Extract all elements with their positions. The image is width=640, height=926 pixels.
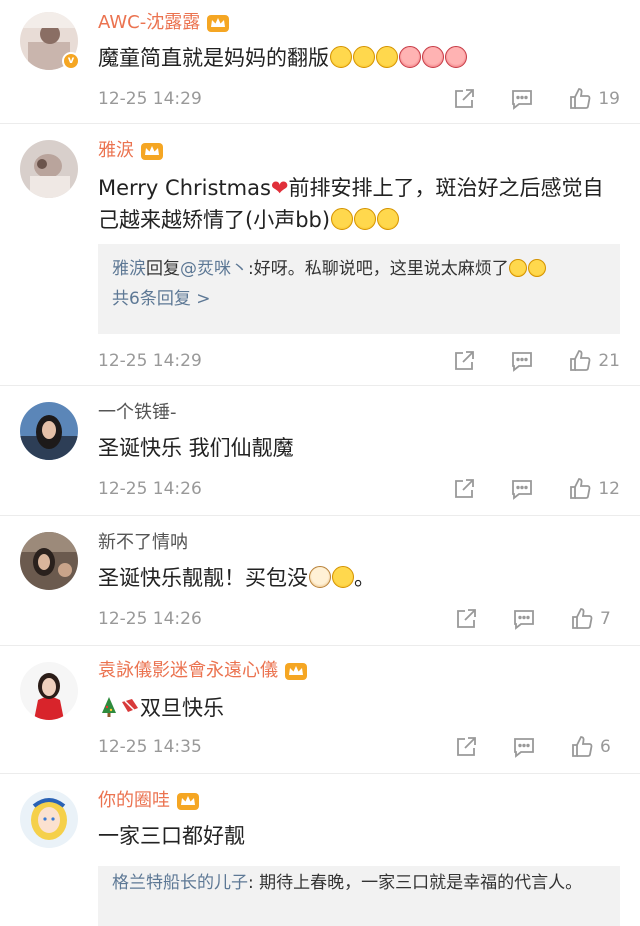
comment-time: 12-25 14:26 (98, 609, 202, 629)
share-button[interactable] (452, 87, 476, 111)
avatar[interactable] (20, 662, 78, 720)
username[interactable]: 雅涙 (98, 139, 134, 163)
share-button[interactable] (454, 607, 478, 631)
comment-time: 12-25 14:29 (98, 351, 202, 371)
heart-eyes-emoji-icon (398, 46, 421, 68)
like-count: 21 (598, 351, 620, 371)
reply-username[interactable]: 格兰特船长的儿子 (112, 873, 248, 893)
laugh-emoji-icon (329, 46, 352, 68)
reply-line: 雅涙回复@烎咪丶:好呀。私聊说吧，这里说太麻烦了 (112, 254, 606, 284)
username[interactable]: 一个铁锤- (98, 401, 177, 425)
comment-item: 一个铁锤- 圣诞快乐 我们仙靓魔 12-25 14:26 12 (0, 386, 640, 516)
heart-eyes-emoji-icon (444, 46, 467, 68)
avatar[interactable] (20, 790, 78, 848)
avatar[interactable] (20, 140, 78, 198)
laugh-cry-emoji-icon (353, 208, 376, 230)
comment-text: 双旦快乐 (98, 692, 620, 724)
username[interactable]: AWC-沈露露 (98, 11, 200, 35)
comment-item: 袁詠儀影迷會永遠心儀 双旦快乐 12-25 14:35 6 (0, 646, 640, 774)
laugh-emoji-icon (375, 46, 398, 68)
comment-text: 圣诞快乐 我们仙靓魔 (98, 436, 294, 460)
laugh-cry-emoji-icon (330, 208, 353, 230)
comment-time: 12-25 14:29 (98, 89, 202, 109)
avatar[interactable] (20, 532, 78, 590)
username[interactable]: 新不了情呐 (98, 531, 188, 555)
comment-icon (514, 610, 534, 630)
laugh-emoji-icon (352, 46, 375, 68)
share-icon (455, 351, 475, 370)
crown-icon (177, 793, 199, 810)
verified-badge-icon: v (62, 52, 80, 70)
like-button[interactable]: 21 (568, 349, 620, 373)
comment-text: 魔童简直就是妈妈的翻版 (98, 42, 620, 74)
like-button[interactable]: 6 (570, 735, 620, 759)
share-button[interactable] (452, 477, 476, 501)
reply-button[interactable] (512, 735, 536, 759)
reply-username[interactable]: 雅涙 (112, 259, 146, 279)
like-icon (570, 350, 591, 371)
reply-preview[interactable]: 雅涙回复@烎咪丶:好呀。私聊说吧，这里说太麻烦了 共6条回复 > (98, 244, 620, 334)
comment-text: Merry Christmas❤前排安排上了，斑治好之后感觉自己越来越矫情了(小… (98, 176, 604, 232)
avatar[interactable] (20, 402, 78, 460)
comment-icon (512, 480, 533, 500)
comment-item: 雅涙 Merry Christmas❤前排安排上了，斑治好之后感觉自己越来越矫情… (0, 124, 640, 386)
view-replies-link[interactable]: 共6条回复 > (112, 284, 606, 314)
laugh-cry-emoji-icon (331, 566, 354, 588)
laugh-cry-emoji-icon (509, 259, 528, 277)
username[interactable]: 你的圈哇 (98, 789, 170, 813)
reply-button[interactable] (512, 607, 536, 631)
like-button[interactable]: 12 (568, 477, 620, 501)
share-button[interactable] (454, 735, 478, 759)
crown-icon (285, 663, 307, 680)
heart-emoji-icon: ❤ (270, 176, 289, 200)
christmas-tree-emoji-icon (99, 695, 119, 717)
like-count: 7 (600, 609, 611, 629)
username[interactable]: 袁詠儀影迷會永遠心儀 (98, 659, 278, 683)
like-count: 6 (600, 737, 611, 757)
like-count: 19 (598, 89, 620, 109)
gift-emoji-icon (120, 695, 140, 717)
crown-icon (141, 143, 163, 160)
like-icon (572, 608, 593, 629)
like-icon (570, 88, 591, 109)
heart-eyes-emoji-icon (421, 46, 444, 68)
like-button[interactable]: 19 (568, 87, 620, 111)
share-icon (457, 737, 476, 756)
share-icon (457, 609, 476, 628)
reply-button[interactable] (510, 349, 534, 373)
share-icon (455, 479, 475, 498)
comment-time: 12-25 14:35 (98, 737, 202, 757)
reply-button[interactable] (510, 87, 534, 111)
comment-item: v AWC-沈露露 魔童简直就是妈妈的翻版 12-25 14:29 19 (0, 0, 640, 124)
cat-emoji-icon (308, 566, 331, 588)
laugh-cry-emoji-icon (528, 259, 547, 277)
comment-text: 一家三口都好靓 (98, 824, 245, 848)
comment-time: 12-25 14:26 (98, 479, 202, 499)
reply-button[interactable] (510, 477, 534, 501)
reply-preview[interactable]: 格兰特船长的儿子: 期待上春晚，一家三口就是幸福的代言人。 (98, 866, 620, 926)
comment-item: 新不了情呐 圣诞快乐靓靓！买包没。 12-25 14:26 7 (0, 516, 640, 646)
comment-icon (514, 738, 534, 758)
share-button[interactable] (452, 349, 476, 373)
comment-icon (512, 90, 533, 110)
comment-item: 你的圈哇 一家三口都好靓 格兰特船长的儿子: 期待上春晚，一家三口就是幸福的代言… (0, 774, 640, 926)
share-icon (455, 89, 475, 108)
laugh-cry-emoji-icon (376, 208, 399, 230)
like-button[interactable]: 7 (570, 607, 620, 631)
like-icon (572, 736, 593, 757)
like-count: 12 (598, 479, 620, 499)
comment-icon (512, 352, 533, 372)
like-icon (570, 478, 591, 499)
reply-line: 格兰特船长的儿子: 期待上春晚，一家三口就是幸福的代言人。 (112, 873, 583, 893)
reply-mention[interactable]: @烎咪丶 (180, 259, 248, 279)
crown-icon (207, 15, 230, 32)
comment-text: 圣诞快乐靓靓！买包没。 (98, 566, 375, 590)
